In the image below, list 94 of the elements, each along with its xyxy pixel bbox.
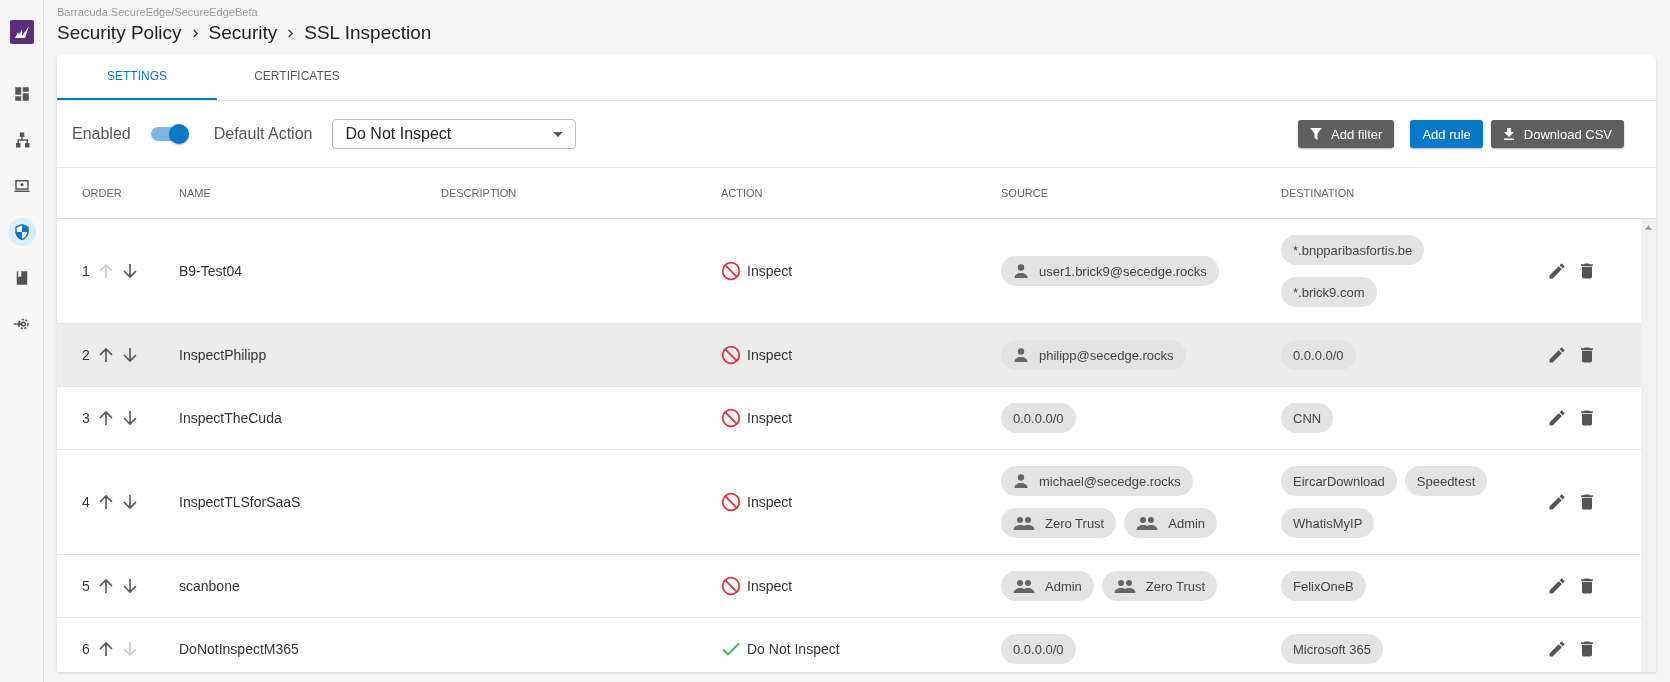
shield-icon [12, 223, 31, 241]
person-icon [1013, 263, 1029, 279]
source-chip: michael@secedge.rocks [1001, 466, 1193, 496]
edit-icon[interactable] [1547, 576, 1567, 596]
rule-name: InspectPhilipp [179, 347, 267, 363]
column-header: ORDER [82, 187, 123, 199]
destination-chip: Microsoft 365 [1281, 634, 1384, 664]
caret-icon [553, 131, 564, 137]
source-chip: philipp@secedge.rocks [1001, 340, 1186, 370]
blocked-circle-icon [721, 408, 741, 428]
dashboard-icon [12, 85, 31, 103]
rule-name: scanbone [179, 578, 240, 594]
source-chip: 0.0.0.0/0 [1001, 634, 1076, 664]
people-icon [1013, 515, 1035, 531]
edit-icon[interactable] [1547, 408, 1567, 428]
order-number: 5 [82, 578, 90, 594]
move-up-icon[interactable] [97, 347, 114, 363]
destination-chip: WhatisMyIP [1281, 508, 1375, 538]
people-icon [1136, 515, 1159, 531]
scrollbar[interactable] [1641, 219, 1656, 672]
move-down-icon[interactable] [121, 494, 138, 510]
move-down-icon[interactable] [121, 263, 138, 279]
column-header: DESTINATION [1281, 187, 1356, 199]
destination-chip: *.bnpparibasfortis.be [1281, 235, 1425, 265]
enabled-toggle[interactable] [150, 127, 187, 141]
destination-chip: *.brick9.com [1281, 277, 1377, 307]
people-icon [1113, 578, 1136, 594]
enabled-label: Enabled [72, 125, 131, 143]
edit-icon[interactable] [1547, 492, 1567, 512]
source-chip: Zero Trust [1101, 571, 1218, 601]
move-up-icon[interactable] [97, 578, 114, 594]
chevron-icon [287, 28, 295, 38]
toolbar-button[interactable]: Download CSV [1490, 120, 1624, 148]
source-chip: user1.brick9@secedge.rocks [1001, 256, 1219, 286]
destination-chip: FelixOneB [1281, 571, 1366, 601]
rule-name: InspectTheCuda [179, 410, 282, 426]
breadcrumb[interactable]: Security Policy [57, 22, 182, 44]
move-down-icon[interactable] [121, 578, 138, 594]
source-chip: Admin [1124, 508, 1218, 538]
blocked-circle-icon [721, 261, 741, 281]
sidebar-item[interactable] [7, 218, 36, 246]
edit-icon[interactable] [1547, 261, 1567, 281]
person-icon [1013, 473, 1029, 489]
action-label: Inspect [747, 410, 793, 426]
order-number: 3 [82, 410, 90, 426]
move-down-icon[interactable] [121, 347, 138, 363]
action-label: Do Not Inspect [747, 641, 840, 657]
download-icon [1502, 128, 1515, 140]
destination-chip: CNN [1281, 403, 1334, 433]
order-number: 4 [82, 494, 90, 510]
edit-icon[interactable] [1547, 345, 1567, 365]
action-label: Inspect [747, 263, 793, 279]
move-down-icon[interactable] [121, 410, 138, 426]
column-header: ACTION [721, 187, 764, 199]
source-chip: Admin [1001, 571, 1094, 601]
toolbar-button[interactable]: Add rule [1410, 120, 1483, 148]
account-path: Barracuda SecureEdge/SecureEdgeBeta [57, 6, 259, 18]
action-label: Inspect [747, 347, 793, 363]
destination-chip: 0.0.0.0/0 [1281, 340, 1356, 370]
rule-name: InspectTLSforSaaS [179, 494, 301, 510]
logo-icon [9, 20, 34, 44]
column-header: NAME [179, 187, 212, 199]
order-number: 6 [82, 641, 90, 657]
default-action-dropdown[interactable]: Do Not Inspect [332, 119, 577, 149]
move-up-icon[interactable] [97, 641, 114, 657]
rule-name: B9-Test04 [179, 263, 243, 279]
move-up-icon[interactable] [97, 410, 114, 426]
tab[interactable]: SETTINGS [57, 54, 217, 100]
default-action-label: Default Action [213, 125, 313, 143]
breadcrumb: SSL Inspection [304, 22, 432, 44]
tab[interactable]: CERTIFICATES [217, 54, 377, 100]
rule-name: DoNotInspectM365 [179, 641, 299, 657]
blocked-circle-icon [721, 492, 741, 512]
column-header: DESCRIPTION [441, 187, 518, 199]
action-label: Inspect [747, 494, 793, 510]
toolbar-button[interactable]: Add filter [1298, 120, 1395, 148]
order-number: 1 [82, 263, 90, 279]
chevron-icon [191, 28, 199, 38]
destination-chip: EircarDownload [1281, 466, 1397, 496]
order-number: 2 [82, 347, 90, 363]
destination-chip: Speedtest [1404, 466, 1488, 496]
blocked-circle-icon [721, 345, 741, 365]
blocked-circle-icon [721, 576, 741, 596]
people-icon [1013, 578, 1035, 594]
laptop-icon [12, 177, 31, 195]
action-label: Inspect [747, 578, 793, 594]
edit-icon[interactable] [1547, 639, 1567, 659]
person-icon [1013, 347, 1029, 363]
column-header: SOURCE [1001, 187, 1050, 199]
filter-icon [1310, 128, 1323, 140]
source-chip: 0.0.0.0/0 [1001, 403, 1076, 433]
breadcrumb[interactable]: Security [208, 22, 278, 44]
source-chip: Zero Trust [1001, 508, 1117, 538]
move-up-icon[interactable] [97, 494, 114, 510]
